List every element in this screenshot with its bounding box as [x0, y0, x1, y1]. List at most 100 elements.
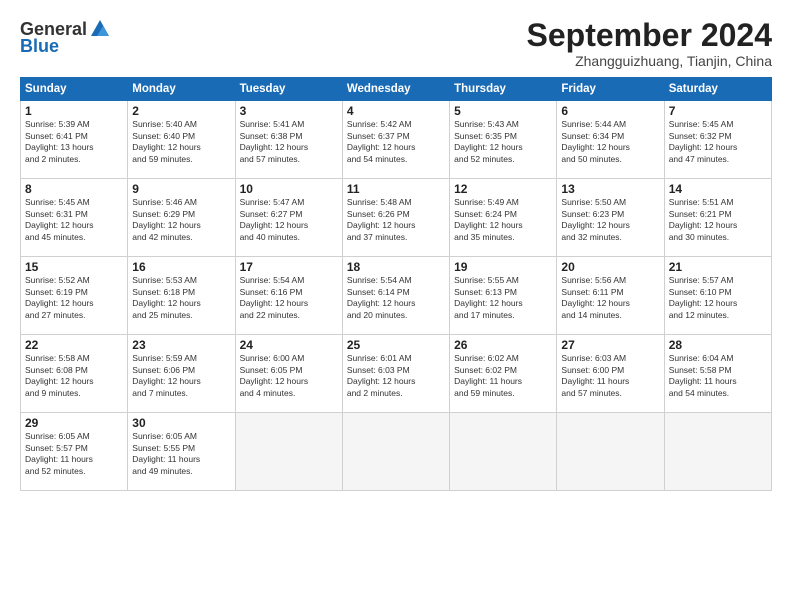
- day-info: Sunrise: 5:52 AMSunset: 6:19 PMDaylight:…: [25, 275, 123, 321]
- day-number: 24: [240, 338, 338, 352]
- day-number: 16: [132, 260, 230, 274]
- day-cell: 7Sunrise: 5:45 AMSunset: 6:32 PMDaylight…: [664, 101, 771, 179]
- day-number: 28: [669, 338, 767, 352]
- day-info: Sunrise: 5:53 AMSunset: 6:18 PMDaylight:…: [132, 275, 230, 321]
- day-cell: 4Sunrise: 5:42 AMSunset: 6:37 PMDaylight…: [342, 101, 449, 179]
- day-info: Sunrise: 5:50 AMSunset: 6:23 PMDaylight:…: [561, 197, 659, 243]
- day-cell: [450, 413, 557, 491]
- day-info: Sunrise: 5:41 AMSunset: 6:38 PMDaylight:…: [240, 119, 338, 165]
- calendar-table: SundayMondayTuesdayWednesdayThursdayFrid…: [20, 77, 772, 491]
- week-row-5: 29Sunrise: 6:05 AMSunset: 5:57 PMDayligh…: [21, 413, 772, 491]
- day-cell: 28Sunrise: 6:04 AMSunset: 5:58 PMDayligh…: [664, 335, 771, 413]
- day-number: 14: [669, 182, 767, 196]
- week-row-1: 1Sunrise: 5:39 AMSunset: 6:41 PMDaylight…: [21, 101, 772, 179]
- day-cell: 5Sunrise: 5:43 AMSunset: 6:35 PMDaylight…: [450, 101, 557, 179]
- day-info: Sunrise: 5:51 AMSunset: 6:21 PMDaylight:…: [669, 197, 767, 243]
- logo-blue: Blue: [20, 36, 59, 57]
- day-number: 1: [25, 104, 123, 118]
- day-number: 5: [454, 104, 552, 118]
- day-number: 30: [132, 416, 230, 430]
- day-cell: 2Sunrise: 5:40 AMSunset: 6:40 PMDaylight…: [128, 101, 235, 179]
- day-number: 3: [240, 104, 338, 118]
- day-cell: 9Sunrise: 5:46 AMSunset: 6:29 PMDaylight…: [128, 179, 235, 257]
- title-block: September 2024 Zhangguizhuang, Tianjin, …: [527, 18, 772, 69]
- day-number: 10: [240, 182, 338, 196]
- day-info: Sunrise: 5:57 AMSunset: 6:10 PMDaylight:…: [669, 275, 767, 321]
- header-monday: Monday: [128, 78, 235, 101]
- header-thursday: Thursday: [450, 78, 557, 101]
- day-info: Sunrise: 5:46 AMSunset: 6:29 PMDaylight:…: [132, 197, 230, 243]
- day-info: Sunrise: 6:02 AMSunset: 6:02 PMDaylight:…: [454, 353, 552, 399]
- day-info: Sunrise: 5:44 AMSunset: 6:34 PMDaylight:…: [561, 119, 659, 165]
- header-saturday: Saturday: [664, 78, 771, 101]
- calendar-header-row: SundayMondayTuesdayWednesdayThursdayFrid…: [21, 78, 772, 101]
- day-info: Sunrise: 5:39 AMSunset: 6:41 PMDaylight:…: [25, 119, 123, 165]
- day-cell: 22Sunrise: 5:58 AMSunset: 6:08 PMDayligh…: [21, 335, 128, 413]
- day-number: 26: [454, 338, 552, 352]
- day-info: Sunrise: 6:05 AMSunset: 5:55 PMDaylight:…: [132, 431, 230, 477]
- day-cell: [664, 413, 771, 491]
- day-number: 29: [25, 416, 123, 430]
- day-number: 17: [240, 260, 338, 274]
- day-info: Sunrise: 5:42 AMSunset: 6:37 PMDaylight:…: [347, 119, 445, 165]
- day-number: 18: [347, 260, 445, 274]
- day-number: 11: [347, 182, 445, 196]
- day-cell: 1Sunrise: 5:39 AMSunset: 6:41 PMDaylight…: [21, 101, 128, 179]
- day-info: Sunrise: 6:00 AMSunset: 6:05 PMDaylight:…: [240, 353, 338, 399]
- week-row-4: 22Sunrise: 5:58 AMSunset: 6:08 PMDayligh…: [21, 335, 772, 413]
- calendar-page: General Blue September 2024 Zhangguizhua…: [0, 0, 792, 612]
- day-info: Sunrise: 5:45 AMSunset: 6:31 PMDaylight:…: [25, 197, 123, 243]
- day-cell: 24Sunrise: 6:00 AMSunset: 6:05 PMDayligh…: [235, 335, 342, 413]
- day-cell: 18Sunrise: 5:54 AMSunset: 6:14 PMDayligh…: [342, 257, 449, 335]
- calendar-body: 1Sunrise: 5:39 AMSunset: 6:41 PMDaylight…: [21, 101, 772, 491]
- day-cell: 8Sunrise: 5:45 AMSunset: 6:31 PMDaylight…: [21, 179, 128, 257]
- day-info: Sunrise: 6:01 AMSunset: 6:03 PMDaylight:…: [347, 353, 445, 399]
- week-row-2: 8Sunrise: 5:45 AMSunset: 6:31 PMDaylight…: [21, 179, 772, 257]
- day-cell: 21Sunrise: 5:57 AMSunset: 6:10 PMDayligh…: [664, 257, 771, 335]
- day-number: 7: [669, 104, 767, 118]
- day-info: Sunrise: 5:54 AMSunset: 6:14 PMDaylight:…: [347, 275, 445, 321]
- day-cell: 14Sunrise: 5:51 AMSunset: 6:21 PMDayligh…: [664, 179, 771, 257]
- day-cell: [557, 413, 664, 491]
- header-wednesday: Wednesday: [342, 78, 449, 101]
- day-info: Sunrise: 5:58 AMSunset: 6:08 PMDaylight:…: [25, 353, 123, 399]
- day-number: 2: [132, 104, 230, 118]
- day-number: 25: [347, 338, 445, 352]
- location-subtitle: Zhangguizhuang, Tianjin, China: [527, 53, 772, 69]
- day-cell: 17Sunrise: 5:54 AMSunset: 6:16 PMDayligh…: [235, 257, 342, 335]
- day-number: 9: [132, 182, 230, 196]
- header-sunday: Sunday: [21, 78, 128, 101]
- day-info: Sunrise: 5:45 AMSunset: 6:32 PMDaylight:…: [669, 119, 767, 165]
- day-info: Sunrise: 6:04 AMSunset: 5:58 PMDaylight:…: [669, 353, 767, 399]
- day-cell: 15Sunrise: 5:52 AMSunset: 6:19 PMDayligh…: [21, 257, 128, 335]
- header-tuesday: Tuesday: [235, 78, 342, 101]
- day-info: Sunrise: 5:55 AMSunset: 6:13 PMDaylight:…: [454, 275, 552, 321]
- day-cell: [342, 413, 449, 491]
- day-number: 22: [25, 338, 123, 352]
- day-info: Sunrise: 5:59 AMSunset: 6:06 PMDaylight:…: [132, 353, 230, 399]
- day-number: 6: [561, 104, 659, 118]
- month-title: September 2024: [527, 18, 772, 53]
- day-number: 15: [25, 260, 123, 274]
- day-number: 21: [669, 260, 767, 274]
- day-number: 13: [561, 182, 659, 196]
- day-info: Sunrise: 5:49 AMSunset: 6:24 PMDaylight:…: [454, 197, 552, 243]
- day-info: Sunrise: 5:54 AMSunset: 6:16 PMDaylight:…: [240, 275, 338, 321]
- day-cell: 29Sunrise: 6:05 AMSunset: 5:57 PMDayligh…: [21, 413, 128, 491]
- day-info: Sunrise: 5:43 AMSunset: 6:35 PMDaylight:…: [454, 119, 552, 165]
- logo-icon: [89, 18, 111, 40]
- day-cell: 20Sunrise: 5:56 AMSunset: 6:11 PMDayligh…: [557, 257, 664, 335]
- day-cell: 6Sunrise: 5:44 AMSunset: 6:34 PMDaylight…: [557, 101, 664, 179]
- week-row-3: 15Sunrise: 5:52 AMSunset: 6:19 PMDayligh…: [21, 257, 772, 335]
- day-number: 27: [561, 338, 659, 352]
- day-info: Sunrise: 5:56 AMSunset: 6:11 PMDaylight:…: [561, 275, 659, 321]
- day-cell: 16Sunrise: 5:53 AMSunset: 6:18 PMDayligh…: [128, 257, 235, 335]
- day-info: Sunrise: 6:05 AMSunset: 5:57 PMDaylight:…: [25, 431, 123, 477]
- day-number: 20: [561, 260, 659, 274]
- day-cell: 25Sunrise: 6:01 AMSunset: 6:03 PMDayligh…: [342, 335, 449, 413]
- logo: General Blue: [20, 18, 111, 57]
- page-header: General Blue September 2024 Zhangguizhua…: [20, 18, 772, 69]
- day-info: Sunrise: 5:40 AMSunset: 6:40 PMDaylight:…: [132, 119, 230, 165]
- day-number: 19: [454, 260, 552, 274]
- day-cell: 23Sunrise: 5:59 AMSunset: 6:06 PMDayligh…: [128, 335, 235, 413]
